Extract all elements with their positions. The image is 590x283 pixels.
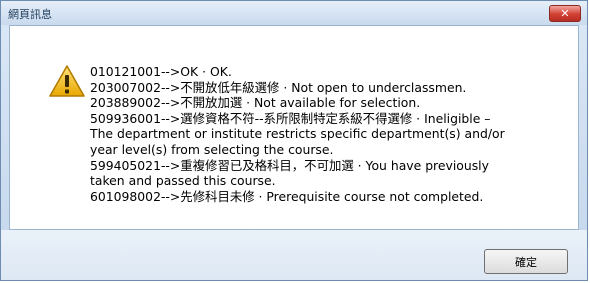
window-title: 網頁訊息 [8, 8, 52, 21]
message-text: 010121001-->OK · OK. 203007002-->不開放低年級選… [90, 64, 570, 204]
message-panel: 010121001-->OK · OK. 203007002-->不開放低年級選… [9, 25, 579, 230]
message-line: 203007002-->不開放低年級選修 · Not open to under… [90, 79, 467, 95]
message-line: 509936001-->選修資格不符--系所限制特定系級不得選修 · Ineli… [90, 110, 491, 126]
button-bar: 確定 [1, 230, 587, 280]
alert-dialog: 網頁訊息 ✕ 010121001-->OK · OK. 203007002-->… [0, 0, 588, 281]
close-button[interactable]: ✕ [549, 5, 581, 22]
message-line: 599405021-->重複修習已及格科目，不可加選 · You have pr… [90, 157, 489, 173]
titlebar: 網頁訊息 ✕ [1, 1, 587, 25]
close-icon: ✕ [560, 7, 570, 20]
message-line: 601098002-->先修科目未修 · Prerequisite course… [90, 188, 484, 204]
message-line: year level(s) from selecting the course. [90, 141, 334, 157]
message-line: 010121001-->OK · OK. [90, 64, 232, 79]
ok-button[interactable]: 確定 [484, 249, 568, 274]
message-line: 203889002-->不開放加選 · Not available for se… [90, 95, 421, 111]
message-line: taken and passed this course. [90, 173, 276, 189]
message-line: The department or institute restricts sp… [90, 126, 505, 142]
warning-icon [49, 65, 85, 97]
